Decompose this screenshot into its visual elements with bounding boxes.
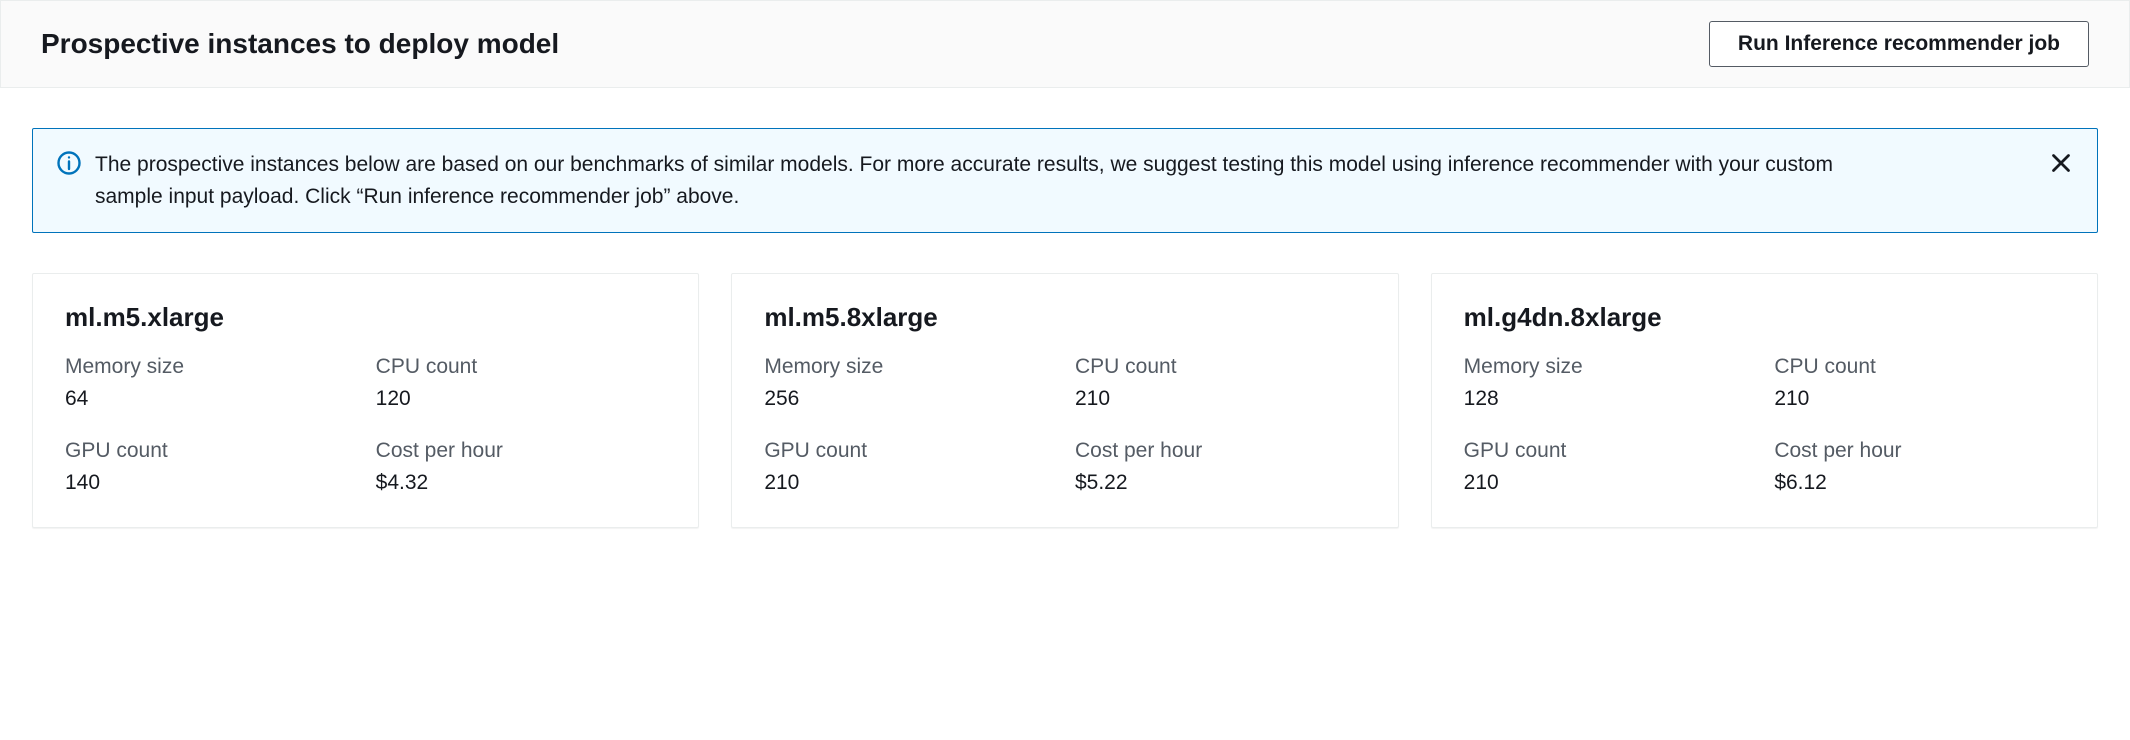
instance-metrics: Memory size 128 CPU count 210 GPU count … [1464,355,2065,495]
metric-value: 64 [65,387,356,411]
metric-cost-per-hour: Cost per hour $6.12 [1774,439,2065,495]
instance-card: ml.g4dn.8xlarge Memory size 128 CPU coun… [1431,273,2098,528]
metric-value: 128 [1464,387,1755,411]
metric-label: GPU count [764,439,1055,463]
metric-label: GPU count [65,439,356,463]
metric-value: 120 [376,387,667,411]
instance-name: ml.g4dn.8xlarge [1464,302,2065,333]
close-icon[interactable] [2049,151,2073,175]
metric-value: 210 [764,471,1055,495]
metric-memory-size: Memory size 256 [764,355,1055,411]
metric-value: $6.12 [1774,471,2065,495]
metric-cost-per-hour: Cost per hour $5.22 [1075,439,1366,495]
metric-label: Memory size [1464,355,1755,379]
info-icon [57,151,81,175]
instance-card: ml.m5.xlarge Memory size 64 CPU count 12… [32,273,699,528]
content-area: The prospective instances below are base… [0,88,2130,548]
metric-memory-size: Memory size 64 [65,355,356,411]
instance-name: ml.m5.8xlarge [764,302,1365,333]
alert-message: The prospective instances below are base… [95,149,1895,212]
metric-value: $4.32 [376,471,667,495]
metric-value: 210 [1075,387,1366,411]
metric-memory-size: Memory size 128 [1464,355,1755,411]
header-bar: Prospective instances to deploy model Ru… [0,0,2130,88]
metric-value: 210 [1774,387,2065,411]
instance-metrics: Memory size 256 CPU count 210 GPU count … [764,355,1365,495]
metric-cost-per-hour: Cost per hour $4.32 [376,439,667,495]
metric-value: $5.22 [1075,471,1366,495]
info-alert: The prospective instances below are base… [32,128,2098,233]
metric-label: Cost per hour [1075,439,1366,463]
metric-cpu-count: CPU count 210 [1075,355,1366,411]
metric-label: Cost per hour [1774,439,2065,463]
metric-label: Memory size [764,355,1055,379]
instance-metrics: Memory size 64 CPU count 120 GPU count 1… [65,355,666,495]
metric-label: Cost per hour [376,439,667,463]
metric-value: 210 [1464,471,1755,495]
alert-left: The prospective instances below are base… [57,149,1895,212]
metric-value: 140 [65,471,356,495]
instance-card: ml.m5.8xlarge Memory size 256 CPU count … [731,273,1398,528]
run-inference-recommender-button[interactable]: Run Inference recommender job [1709,21,2089,67]
instance-cards: ml.m5.xlarge Memory size 64 CPU count 12… [32,273,2098,528]
metric-cpu-count: CPU count 120 [376,355,667,411]
metric-label: Memory size [65,355,356,379]
metric-label: CPU count [1075,355,1366,379]
metric-cpu-count: CPU count 210 [1774,355,2065,411]
metric-gpu-count: GPU count 210 [1464,439,1755,495]
page-title: Prospective instances to deploy model [41,28,559,60]
instance-name: ml.m5.xlarge [65,302,666,333]
metric-label: GPU count [1464,439,1755,463]
metric-label: CPU count [376,355,667,379]
metric-value: 256 [764,387,1055,411]
metric-gpu-count: GPU count 210 [764,439,1055,495]
metric-gpu-count: GPU count 140 [65,439,356,495]
metric-label: CPU count [1774,355,2065,379]
